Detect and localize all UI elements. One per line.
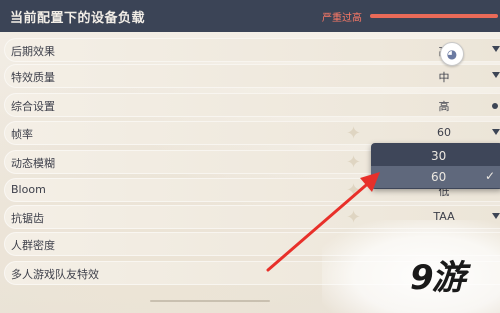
watermark-logo: 9游	[410, 250, 466, 299]
bottom-divider	[150, 300, 270, 302]
watermark-text: 9游	[410, 258, 466, 298]
